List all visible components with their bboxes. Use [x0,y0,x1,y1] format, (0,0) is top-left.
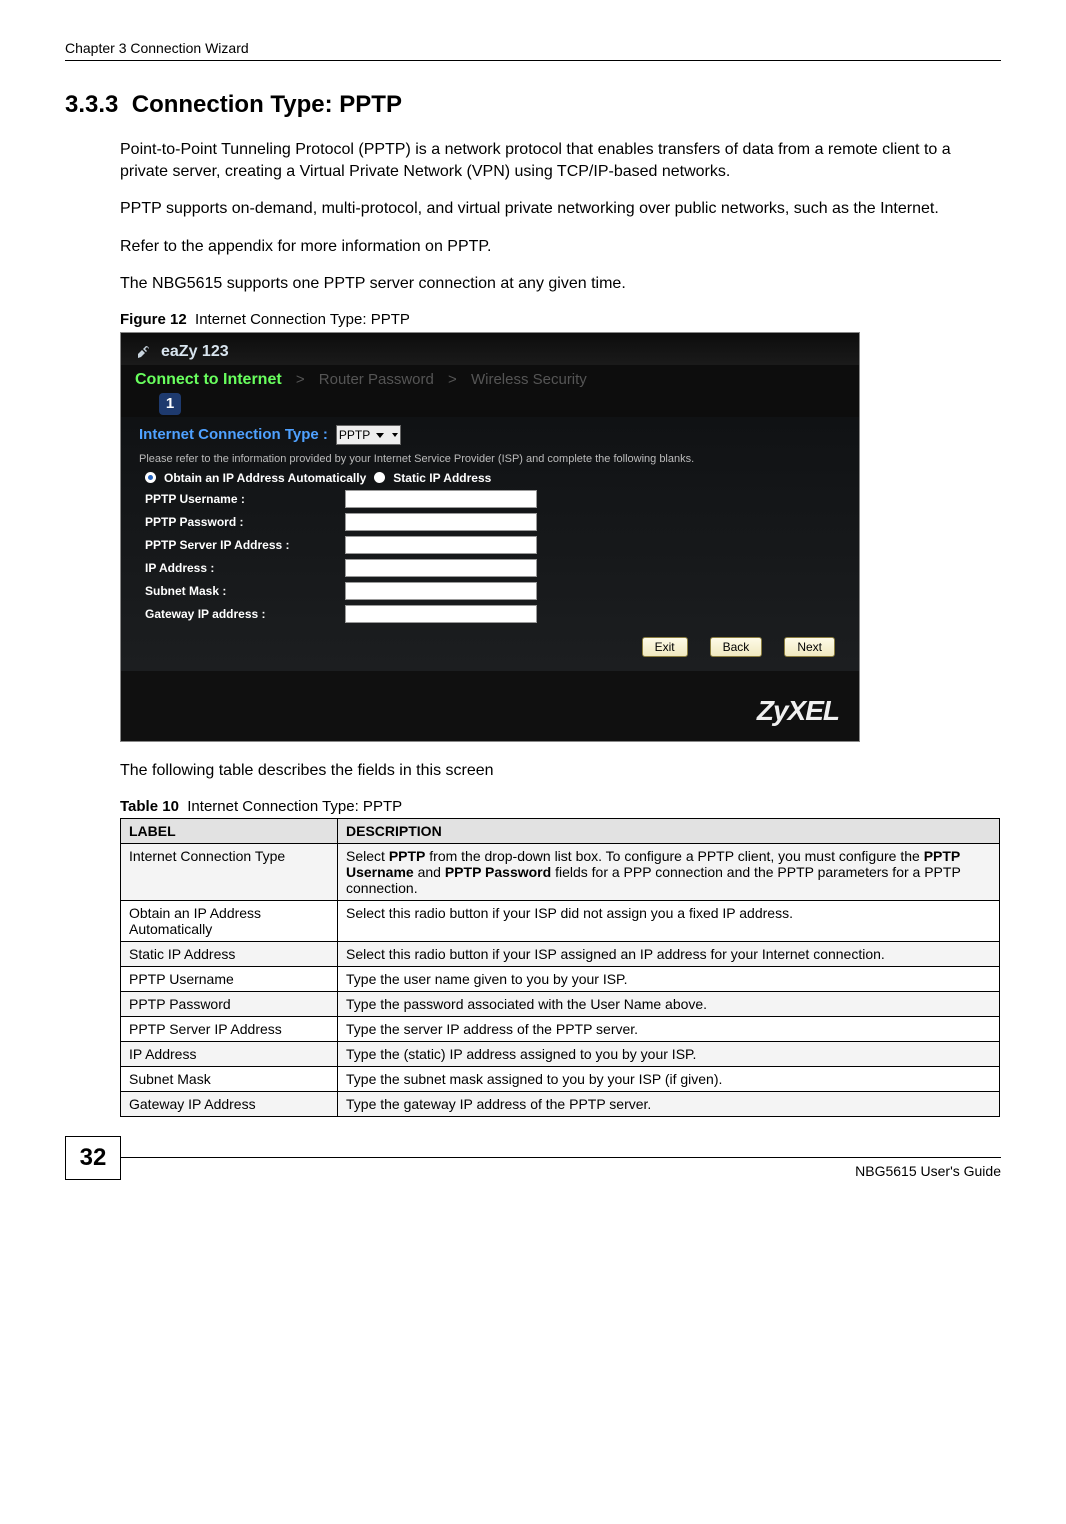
cell-desc: Type the subnet mask assigned to you by … [338,1066,1000,1091]
section-title: Connection Type: PPTP [132,91,402,118]
cell-desc: Select this radio button if your ISP did… [338,900,1000,941]
paragraph-4: The NBG5615 supports one PPTP server con… [120,273,1001,295]
cell-desc: Type the (static) IP address assigned to… [338,1041,1000,1066]
table-row: IP Address Type the (static) IP address … [121,1041,1000,1066]
label-pptp-username: PPTP Username : [145,492,345,506]
screenshot-main: Internet Connection Type : PPTP Please r… [121,417,859,671]
label-pptp-password: PPTP Password : [145,515,345,529]
radio-static-label: Static IP Address [393,471,491,485]
step-separator-2: > [448,371,457,388]
field-pptp-username: PPTP Username : [145,490,841,508]
cell-desc: Type the gateway IP address of the PPTP … [338,1091,1000,1116]
page-number: 32 [65,1136,121,1180]
cell-label: Subnet Mask [121,1066,338,1091]
zyxel-logo: ZyXEL [757,695,839,727]
cell-label: Static IP Address [121,941,338,966]
input-gateway-ip[interactable] [345,605,537,623]
cell-label: Obtain an IP Address Automatically [121,900,338,941]
figure-caption: Internet Connection Type: PPTP [195,311,410,328]
step-wireless-security: Wireless Security [471,371,587,388]
cell-label: PPTP Password [121,991,338,1016]
screenshot-logo-text: eaZy 123 [161,343,229,361]
conn-type-label: Internet Connection Type : [139,426,328,443]
step-router-password: Router Password [319,371,434,388]
input-pptp-password[interactable] [345,513,537,531]
table-row: Static IP Address Select this radio butt… [121,941,1000,966]
field-gateway-ip: Gateway IP address : [145,605,841,623]
step-badge: 1 [159,393,181,415]
label-gateway-ip: Gateway IP address : [145,607,345,621]
cell-desc: Type the user name given to you by your … [338,966,1000,991]
screenshot-panel: eaZy 123 Connect to Internet > Router Pa… [120,332,860,742]
cell-label: PPTP Username [121,966,338,991]
field-pptp-password: PPTP Password : [145,513,841,531]
conn-type-value: PPTP [339,428,370,442]
wrench-icon [135,343,153,361]
paragraph-1: Point-to-Point Tunneling Protocol (PPTP)… [120,139,1001,182]
table-row: Gateway IP Address Type the gateway IP a… [121,1091,1000,1116]
page-header: Chapter 3 Connection Wizard [65,40,1001,61]
paragraph-2: PPTP supports on-demand, multi-protocol,… [120,198,1001,220]
isp-hint: Please refer to the information provided… [139,453,841,465]
table-number: Table 10 [120,798,179,815]
chapter-title: Chapter 3 Connection Wizard [65,40,249,56]
back-button[interactable]: Back [710,637,763,657]
cell-desc: Type the password associated with the Us… [338,991,1000,1016]
screenshot-footer: ZyXEL [121,671,859,741]
label-pptp-server-ip: PPTP Server IP Address : [145,538,345,552]
table-row: Obtain an IP Address Automatically Selec… [121,900,1000,941]
footer-guide: NBG5615 User's Guide [121,1163,1001,1179]
cell-label: IP Address [121,1041,338,1066]
ip-mode-radios: Obtain an IP Address Automatically Stati… [145,471,841,485]
input-subnet-mask[interactable] [345,582,537,600]
wizard-step-bar: Connect to Internet > Router Password > … [121,365,859,417]
screenshot-logo-row: eaZy 123 [135,343,845,361]
table-label: Table 10 Internet Connection Type: PPTP [120,798,1001,815]
paragraph-3: Refer to the appendix for more informati… [120,236,1001,258]
conn-type-select[interactable]: PPTP [336,425,401,445]
figure-label: Figure 12 Internet Connection Type: PPTP [120,311,1001,328]
body-paragraphs: Point-to-Point Tunneling Protocol (PPTP)… [120,139,1001,295]
input-ip-address[interactable] [345,559,537,577]
wizard-buttons: Exit Back Next [139,637,841,657]
table-caption: Internet Connection Type: PPTP [187,798,402,815]
table-row: PPTP Password Type the password associat… [121,991,1000,1016]
next-button[interactable]: Next [784,637,835,657]
fields-table: LABEL DESCRIPTION Internet Connection Ty… [120,818,1000,1117]
label-subnet-mask: Subnet Mask : [145,584,345,598]
page-footer: 32 NBG5615 User's Guide [65,1157,1001,1180]
step-active: Connect to Internet [135,371,282,388]
table-intro: The following table describes the fields… [120,760,1001,782]
step-separator-1: > [296,371,305,388]
figure-number: Figure 12 [120,311,187,328]
radio-auto-label: Obtain an IP Address Automatically [164,471,366,485]
cell-label: Internet Connection Type [121,843,338,900]
radio-auto-ip[interactable] [145,472,156,483]
table-row: PPTP Server IP Address Type the server I… [121,1016,1000,1041]
radio-static-ip[interactable] [374,472,385,483]
input-pptp-username[interactable] [345,490,537,508]
section-heading: 3.3.3 Connection Type: PPTP [65,91,1001,119]
col-header-description: DESCRIPTION [338,818,1000,843]
cell-label: Gateway IP Address [121,1091,338,1116]
cell-desc: Select this radio button if your ISP ass… [338,941,1000,966]
section-number: 3.3.3 [65,91,118,118]
table-row: Subnet Mask Type the subnet mask assigne… [121,1066,1000,1091]
screenshot-topbar: eaZy 123 [121,333,859,365]
field-subnet-mask: Subnet Mask : [145,582,841,600]
col-header-label: LABEL [121,818,338,843]
cell-desc: Select PPTP from the drop-down list box.… [338,843,1000,900]
table-intro-text: The following table describes the fields… [120,762,494,779]
label-ip-address: IP Address : [145,561,345,575]
table-row: Internet Connection Type Select PPTP fro… [121,843,1000,900]
field-ip-address: IP Address : [145,559,841,577]
table-row: PPTP Username Type the user name given t… [121,966,1000,991]
exit-button[interactable]: Exit [642,637,688,657]
table-header-row: LABEL DESCRIPTION [121,818,1000,843]
input-pptp-server-ip[interactable] [345,536,537,554]
cell-desc: Type the server IP address of the PPTP s… [338,1016,1000,1041]
cell-label: PPTP Server IP Address [121,1016,338,1041]
field-pptp-server-ip: PPTP Server IP Address : [145,536,841,554]
